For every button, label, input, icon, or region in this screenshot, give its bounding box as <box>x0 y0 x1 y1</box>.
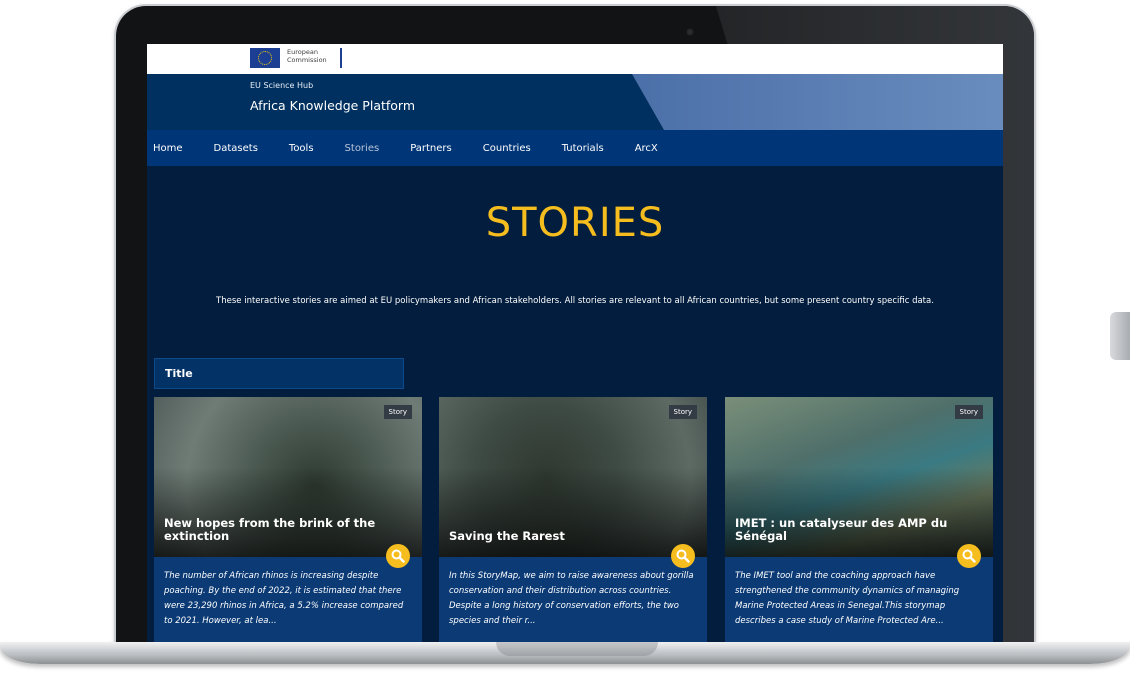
search-icon[interactable] <box>671 544 695 568</box>
nav-item-stories[interactable]: Stories <box>345 143 380 154</box>
story-body: The IMET tool and the coaching approach … <box>725 557 993 642</box>
story-body: In this StoryMap, we aim to raise awaren… <box>439 557 707 642</box>
story-image[interactable]: Story Saving the Rarest <box>439 397 707 557</box>
story-image[interactable]: Story New hopes from the brink of the ex… <box>154 397 422 557</box>
ec-top-bar: European Commission <box>147 44 1003 74</box>
ec-logo-line1: European <box>287 48 318 56</box>
story-title[interactable]: Saving the Rarest <box>449 530 679 543</box>
nav-item-home[interactable]: Home <box>153 143 183 154</box>
nav-item-countries[interactable]: Countries <box>483 143 531 154</box>
ec-logo-text[interactable]: European Commission <box>287 48 327 64</box>
header-subtitle[interactable]: EU Science Hub <box>250 81 313 90</box>
story-title[interactable]: IMET : un catalyseur des AMP du Sénégal <box>735 517 965 543</box>
title-filter-label: Title <box>165 367 193 380</box>
eu-flag-icon[interactable] <box>250 48 280 68</box>
header-title[interactable]: Africa Knowledge Platform <box>250 98 415 113</box>
laptop-notch <box>496 642 658 656</box>
page-title: STORIES <box>485 200 665 246</box>
story-body: The number of African rhinos is increasi… <box>154 557 422 642</box>
story-card[interactable]: Story IMET : un catalyseur des AMP du Sé… <box>725 397 993 642</box>
story-card[interactable]: Story Saving the Rarest In this StoryMap… <box>439 397 707 642</box>
camera-icon <box>686 28 694 36</box>
story-description: In this StoryMap, we aim to raise awaren… <box>449 571 694 626</box>
nav-item-tutorials[interactable]: Tutorials <box>562 143 604 154</box>
side-decoration <box>1110 312 1130 360</box>
main-nav: Home Datasets Tools Stories Partners Cou… <box>147 130 1003 166</box>
nav-item-partners[interactable]: Partners <box>410 143 452 154</box>
story-badge: Story <box>383 405 412 419</box>
search-icon[interactable] <box>386 544 410 568</box>
ec-logo-line2: Commission <box>287 56 327 64</box>
story-badge: Story <box>668 405 697 419</box>
story-description: The number of African rhinos is increasi… <box>164 571 404 626</box>
nav-item-arcx[interactable]: ArcX <box>635 143 658 154</box>
story-description: The IMET tool and the coaching approach … <box>735 571 960 626</box>
ec-logo-divider <box>340 48 342 68</box>
main-content: STORIES These interactive stories are ai… <box>147 166 1003 642</box>
header-sweep <box>632 74 1003 130</box>
nav-item-tools[interactable]: Tools <box>289 143 314 154</box>
page-intro: These interactive stories are aimed at E… <box>216 296 934 306</box>
nav-item-datasets[interactable]: Datasets <box>214 143 258 154</box>
story-title[interactable]: New hopes from the brink of the extincti… <box>164 517 394 543</box>
story-card[interactable]: Story New hopes from the brink of the ex… <box>154 397 422 642</box>
browser-screen: European Commission EU Science Hub Afric… <box>147 44 1003 642</box>
story-image[interactable]: Story IMET : un catalyseur des AMP du Sé… <box>725 397 993 557</box>
title-filter[interactable]: Title <box>154 358 404 389</box>
site-header: EU Science Hub Africa Knowledge Platform <box>147 74 1003 130</box>
story-badge: Story <box>954 405 983 419</box>
search-icon[interactable] <box>957 544 981 568</box>
